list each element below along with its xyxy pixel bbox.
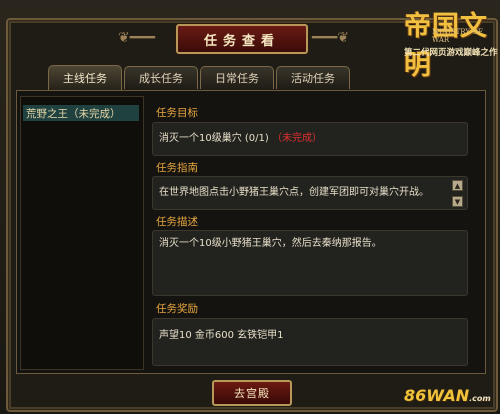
tab-growth-quest[interactable]: 成长任务 [124, 66, 198, 89]
window-title: 任务查看 [176, 24, 308, 54]
game-tagline: 第二代网页游戏巅峰之作 [404, 48, 498, 58]
description-text: 消灭一个10级小野猪王巢穴，然后去秦纳那报告。 [159, 238, 382, 249]
description-label: 任务描述 [156, 216, 198, 228]
site-watermark: 86WAN.com [404, 386, 491, 405]
guide-box: 在世界地图点击小野猪王巢穴点，创建军团即可对巢穴开战。 [152, 176, 468, 210]
reward-label: 任务奖励 [156, 303, 198, 315]
guide-label: 任务指南 [156, 162, 198, 174]
goal-label: 任务目标 [156, 107, 198, 119]
tab-main-quest[interactable]: 主线任务 [48, 65, 122, 90]
reward-box: 声望10 金币600 玄铁铠甲1 [152, 318, 468, 366]
tab-daily-quest[interactable]: 日常任务 [200, 66, 274, 89]
tab-event-quest[interactable]: 活动任务 [276, 66, 350, 89]
title-flourish-left: ❦━━━ [118, 30, 156, 46]
title-flourish-right: ━━━❦ [312, 30, 350, 46]
go-to-palace-button[interactable]: 去宫殿 [212, 380, 292, 406]
scroll-up-icon[interactable]: ▲ [452, 180, 463, 191]
watermark-sub: .com [469, 394, 491, 403]
game-window: ❦━━━ 任务查看 ━━━❦ 帝国文明 MINISTRY OF WAR 第二代网… [0, 0, 500, 414]
task-list-item[interactable]: 荒野之王（未完成） [23, 105, 139, 121]
goal-box: 消灭一个10级巢穴 (0/1) （未完成） [152, 122, 468, 156]
guide-text: 在世界地图点击小野猪王巢穴点，创建军团即可对巢穴开战。 [159, 187, 429, 198]
goal-status: （未完成） [271, 133, 322, 144]
goal-text: 消灭一个10级巢穴 (0/1) [159, 133, 272, 144]
reward-text: 声望10 金币600 玄铁铠甲1 [159, 330, 284, 341]
scroll-down-icon[interactable]: ▼ [452, 196, 463, 207]
description-box: 消灭一个10级小野猪王巢穴，然后去秦纳那报告。 [152, 230, 468, 296]
watermark-main: 86WAN [404, 386, 470, 405]
task-list: 荒野之王（未完成） [20, 96, 144, 370]
logo-subtext: MINISTRY OF WAR [432, 28, 483, 44]
